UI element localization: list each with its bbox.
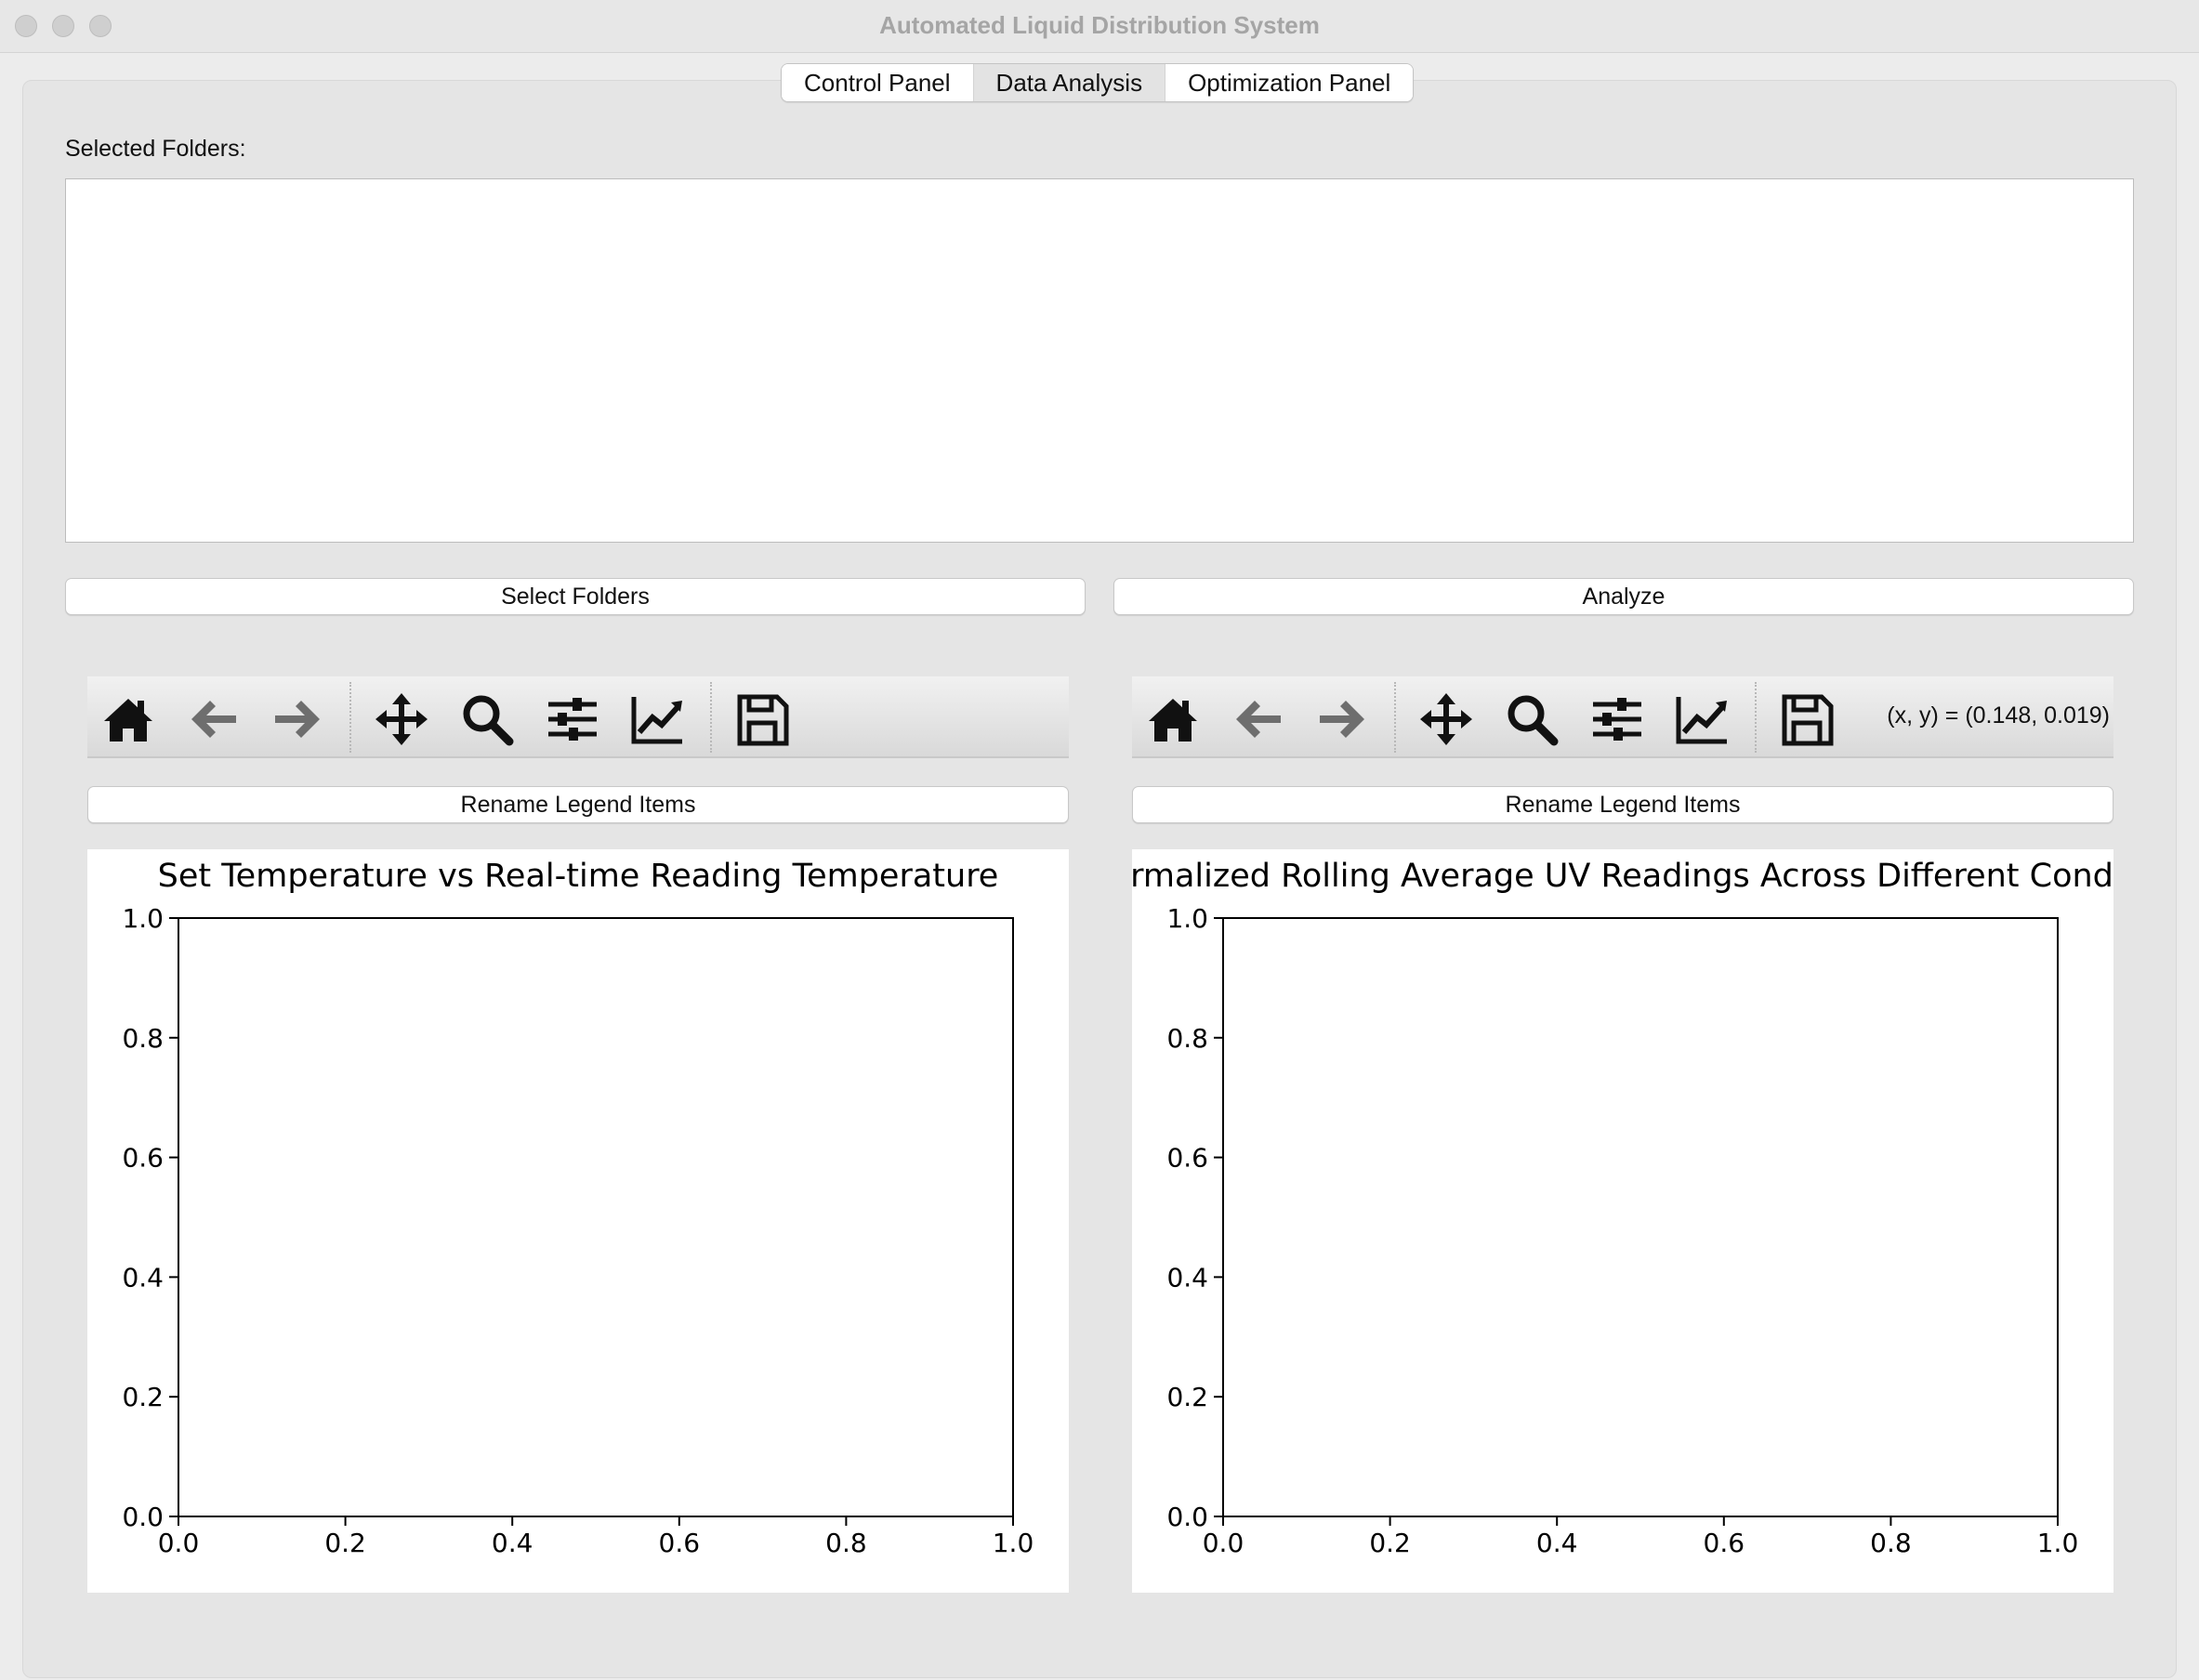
x-tick-label: 0.4 (1536, 1528, 1578, 1558)
zoom-magnifier-icon[interactable] (1504, 691, 1560, 747)
edit-axis-icon[interactable] (1675, 691, 1731, 747)
x-tick-label: 0.0 (1203, 1528, 1244, 1558)
x-tick-label: 0.6 (1704, 1528, 1745, 1558)
x-tick-label: 0.2 (1369, 1528, 1411, 1558)
y-tick-label: 0.6 (122, 1143, 164, 1174)
home-icon[interactable] (1145, 691, 1201, 747)
x-tick-label: 0.8 (1870, 1528, 1912, 1558)
back-arrow-icon[interactable] (1231, 691, 1286, 747)
y-tick-label: 0.8 (122, 1023, 164, 1054)
y-tick-label: 0.6 (1166, 1143, 1208, 1174)
uv-readings-chart: ormalized Rolling Average UV Readings Ac… (1132, 858, 2113, 1558)
y-tick-label: 0.0 (1166, 1502, 1208, 1532)
y-tick-label: 1.0 (122, 903, 164, 934)
y-tick-label: 0.4 (122, 1262, 164, 1293)
select-folders-button[interactable]: Select Folders (65, 578, 1086, 615)
x-tick-label: 0.2 (324, 1528, 366, 1558)
save-floppy-icon[interactable] (734, 691, 790, 747)
x-tick-label: 0.0 (158, 1528, 200, 1558)
home-icon[interactable] (100, 691, 156, 747)
save-floppy-icon[interactable] (1779, 691, 1835, 747)
right-plot-toolbar: (x, y) = (0.148, 0.019) (1132, 676, 2113, 758)
y-tick-label: 0.2 (122, 1382, 164, 1412)
tab-data-analysis[interactable]: Data Analysis (972, 64, 1165, 101)
left-plot-toolbar (87, 676, 1069, 758)
right-plot-canvas[interactable]: ormalized Rolling Average UV Readings Ac… (1132, 849, 2113, 1593)
configure-subplots-icon[interactable] (1589, 691, 1645, 747)
selected-folders-list[interactable] (65, 178, 2134, 543)
x-tick-label: 1.0 (993, 1528, 1034, 1558)
temperature-chart: Set Temperature vs Real-time Reading Tem… (122, 858, 1034, 1558)
cursor-coordinates: (x, y) = (0.148, 0.019) (1887, 702, 2110, 728)
axes-frame (178, 917, 1014, 1517)
window-title: Automated Liquid Distribution System (879, 11, 1320, 39)
analyze-button[interactable]: Analyze (1113, 578, 2134, 615)
chart-title: Set Temperature vs Real-time Reading Tem… (158, 858, 999, 895)
app-window: Automated Liquid Distribution System Con… (0, 0, 2199, 1680)
y-tick-label: 0.4 (1166, 1262, 1208, 1293)
selected-folders-label: Selected Folders: (65, 136, 246, 162)
y-tick-label: 0.0 (122, 1502, 164, 1532)
y-tick-label: 1.0 (1166, 903, 1208, 934)
left-plot-canvas[interactable]: Set Temperature vs Real-time Reading Tem… (87, 849, 1069, 1593)
x-tick-label: 0.6 (659, 1528, 701, 1558)
back-arrow-icon[interactable] (186, 691, 242, 747)
zoom-magnifier-icon[interactable] (459, 691, 515, 747)
chart-title: ormalized Rolling Average UV Readings Ac… (1132, 858, 2113, 895)
title-bar: Automated Liquid Distribution System (0, 0, 2199, 53)
y-tick-label: 0.8 (1166, 1023, 1208, 1054)
pan-move-icon[interactable] (1418, 691, 1474, 747)
x-tick-label: 0.8 (825, 1528, 867, 1558)
tab-bar: Control Panel Data Analysis Optimization… (781, 63, 1415, 102)
y-tick-label: 0.2 (1166, 1382, 1208, 1412)
right-rename-legend-button[interactable]: Rename Legend Items (1132, 786, 2113, 823)
x-tick-label: 0.4 (492, 1528, 533, 1558)
forward-arrow-icon[interactable] (270, 691, 325, 747)
pan-move-icon[interactable] (374, 691, 429, 747)
tab-control-panel[interactable]: Control Panel (782, 64, 973, 101)
edit-axis-icon[interactable] (630, 691, 686, 747)
x-tick-label: 1.0 (2037, 1528, 2079, 1558)
configure-subplots-icon[interactable] (545, 691, 600, 747)
axes-frame (1222, 917, 2059, 1517)
tab-optimization-panel[interactable]: Optimization Panel (1165, 64, 1414, 101)
left-rename-legend-button[interactable]: Rename Legend Items (87, 786, 1069, 823)
forward-arrow-icon[interactable] (1314, 691, 1370, 747)
